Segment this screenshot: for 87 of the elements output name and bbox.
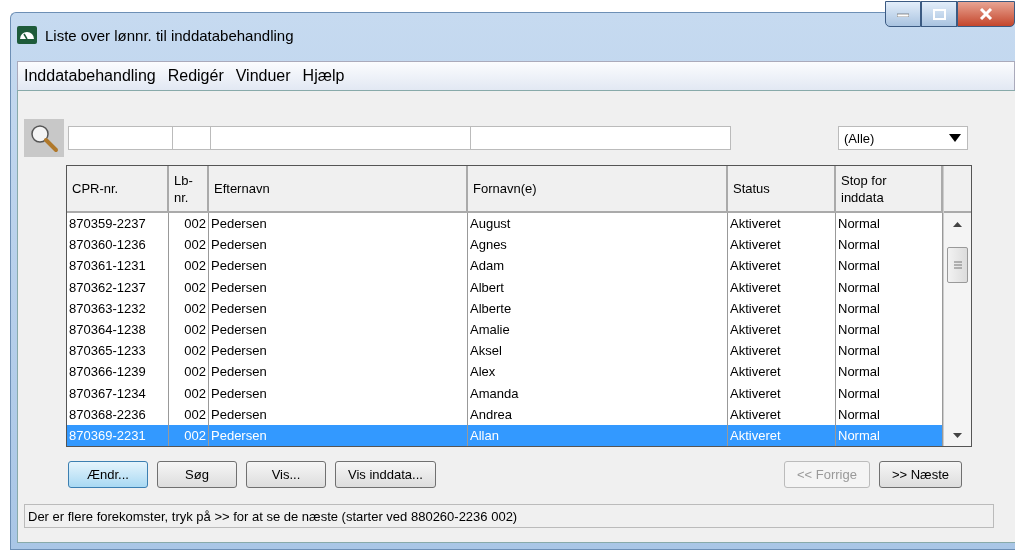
table-cell: 870367-1234 xyxy=(67,382,169,404)
minimize-icon xyxy=(897,11,909,17)
search-button[interactable] xyxy=(24,119,64,157)
dropdown-arrow-icon xyxy=(949,134,961,142)
table-cell: Aktiveret xyxy=(728,255,836,277)
menu-item[interactable]: Redigér xyxy=(165,67,226,85)
minimize-button[interactable] xyxy=(885,1,921,27)
table-cell: Pedersen xyxy=(209,255,468,277)
table-cell: Aktiveret xyxy=(728,213,836,235)
table-cell: Aktiveret xyxy=(728,297,836,319)
action-button[interactable]: Vis inddata... xyxy=(335,461,436,488)
table-cell: 002 xyxy=(169,424,209,447)
table-cell: 002 xyxy=(169,213,209,235)
table-cell: 870364-1238 xyxy=(67,318,169,341)
close-button[interactable] xyxy=(957,1,1015,27)
table-cell: Pedersen xyxy=(209,424,468,447)
menu-item[interactable]: Vinduer xyxy=(233,67,293,85)
table-cell: Albert xyxy=(468,276,728,298)
column-header[interactable]: CPR-nr. xyxy=(67,166,169,213)
table-cell: Aksel xyxy=(468,340,728,362)
table-cell: 002 xyxy=(169,276,209,298)
table-cell: Aktiveret xyxy=(728,424,836,447)
table-cell: 870360-1236 xyxy=(67,234,169,256)
table-cell: Adam xyxy=(468,255,728,277)
surname-filter-field[interactable] xyxy=(210,126,471,150)
table-cell: August xyxy=(468,213,728,235)
column-header[interactable]: Status xyxy=(728,166,836,213)
table-cell: 870368-2236 xyxy=(67,403,169,425)
table-cell: 870361-1231 xyxy=(67,255,169,277)
lb-filter-field[interactable] xyxy=(172,126,211,150)
status-dropdown[interactable]: (Alle) xyxy=(838,126,968,150)
table-cell: Agnes xyxy=(468,234,728,256)
table-cell: Pedersen xyxy=(209,276,468,298)
table-cell: Amanda xyxy=(468,382,728,404)
firstname-filter-field[interactable] xyxy=(470,126,731,150)
table-cell: Alberte xyxy=(468,297,728,319)
table-cell: Andrea xyxy=(468,403,728,425)
table-cell: Aktiveret xyxy=(728,382,836,404)
table-cell: 002 xyxy=(169,361,209,383)
page-button[interactable]: >> Næste xyxy=(878,461,962,488)
table-cell: 002 xyxy=(169,234,209,256)
table-cell: Pedersen xyxy=(209,340,468,362)
window-title: Liste over lønnr. til inddatabehandling xyxy=(45,26,294,44)
table-cell: 870362-1237 xyxy=(67,276,169,298)
table-cell: Pedersen xyxy=(209,318,468,341)
app-icon xyxy=(17,26,37,44)
table-cell: 002 xyxy=(169,297,209,319)
table-cell: 870363-1232 xyxy=(67,297,169,319)
action-button[interactable]: Vis... xyxy=(246,461,326,488)
table-cell: Allan xyxy=(468,424,728,447)
table-cell: 002 xyxy=(169,255,209,277)
table-cell: 002 xyxy=(169,403,209,425)
close-icon xyxy=(979,8,993,20)
menu-item[interactable]: Inddatabehandling xyxy=(22,67,158,85)
table-cell: Pedersen xyxy=(209,297,468,319)
table-cell: 870366-1239 xyxy=(67,361,169,383)
column-header[interactable]: Lb-nr. xyxy=(169,166,209,213)
menu-item[interactable]: Hjælp xyxy=(300,67,347,85)
maximize-icon xyxy=(932,8,946,20)
table-cell: Pedersen xyxy=(209,382,468,404)
table-cell: Pedersen xyxy=(209,213,468,235)
table-cell: Amalie xyxy=(468,318,728,341)
status-bar: Der er flere forekomster, tryk på >> for at se de næste (starter ved 880260-2236 002) xyxy=(24,504,994,528)
table-cell: Aktiveret xyxy=(728,361,836,383)
table-cell: 870365-1233 xyxy=(67,340,169,362)
table-cell: Pedersen xyxy=(209,361,468,383)
table-cell: 002 xyxy=(169,318,209,341)
table-cell: Pedersen xyxy=(209,234,468,256)
cpr-filter-field[interactable] xyxy=(68,126,173,150)
column-header[interactable]: Fornavn(e) xyxy=(468,166,728,213)
table-cell: Aktiveret xyxy=(728,276,836,298)
column-header[interactable]: Stop for inddata xyxy=(836,166,943,213)
action-button[interactable]: Ændr... xyxy=(68,461,148,488)
table-cell: 002 xyxy=(169,340,209,362)
column-header[interactable]: Efternavn xyxy=(209,166,468,213)
action-button[interactable]: Søg xyxy=(157,461,237,488)
table-cell: Aktiveret xyxy=(728,318,836,341)
table-cell: Aktiveret xyxy=(728,340,836,362)
table-cell: Alex xyxy=(468,361,728,383)
table-cell: Aktiveret xyxy=(728,403,836,425)
table-cell: Pedersen xyxy=(209,403,468,425)
table-cell: 002 xyxy=(169,382,209,404)
maximize-button[interactable] xyxy=(921,1,957,27)
scrollbar-thumb[interactable] xyxy=(947,247,968,283)
table-cell: 870359-2237 xyxy=(67,213,169,235)
table-cell: Aktiveret xyxy=(728,234,836,256)
table-cell: 870369-2231 xyxy=(67,424,169,447)
